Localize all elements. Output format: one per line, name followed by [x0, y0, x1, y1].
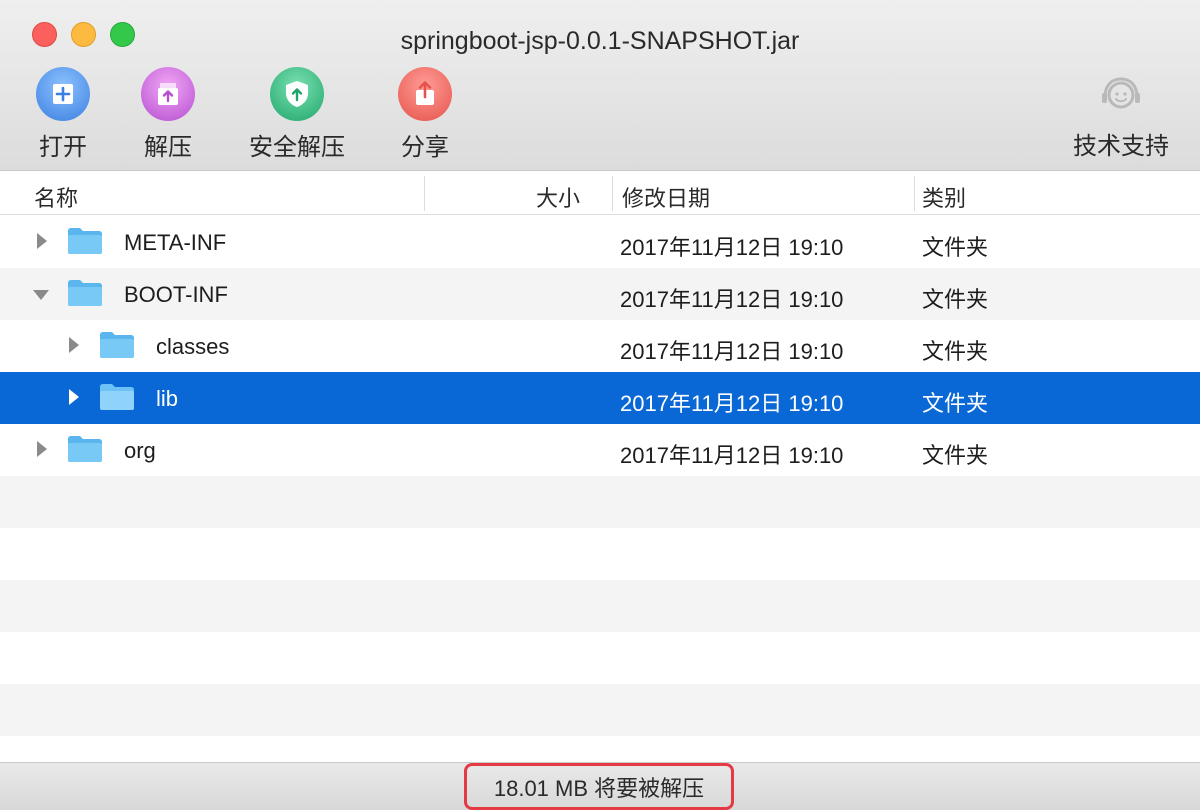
column-header: 名称 大小 修改日期 类别: [0, 172, 1200, 215]
window-title: springboot-jsp-0.0.1-SNAPSHOT.jar: [400, 27, 800, 55]
secure-extract-button[interactable]: 安全解压: [249, 67, 345, 162]
share-label: 分享: [401, 134, 449, 161]
file-kind: 文件夹: [922, 287, 989, 312]
open-button[interactable]: 打开: [36, 67, 90, 162]
disclosure-triangle-icon[interactable]: [69, 389, 79, 405]
secure-extract-label: 安全解压: [249, 134, 345, 161]
table-row-selected[interactable]: lib 2017年11月12日 19:10 文件夹: [0, 372, 1200, 424]
folder-icon: [100, 332, 134, 358]
share-icon: [398, 67, 452, 121]
extract-button[interactable]: 解压: [141, 67, 195, 162]
folder-icon: [68, 228, 102, 254]
open-label: 打开: [39, 134, 87, 161]
file-modified: 2017年11月12日 19:10: [620, 339, 844, 364]
folder-icon: [68, 280, 102, 306]
empty-row: [0, 736, 1200, 762]
empty-row: [0, 632, 1200, 684]
tech-support-button[interactable]: 技术支持: [1073, 70, 1169, 161]
file-kind: 文件夹: [922, 235, 989, 260]
extract-icon: [141, 67, 195, 121]
status-bar: 18.01 MB 将要被解压: [0, 762, 1200, 810]
shield-icon: [270, 67, 324, 121]
toolbar: springboot-jsp-0.0.1-SNAPSHOT.jar 打开 解压: [0, 0, 1200, 171]
share-button[interactable]: 分享: [398, 67, 452, 162]
tech-support-label: 技术支持: [1073, 133, 1169, 160]
extract-size-status: 18.01 MB 将要被解压: [464, 763, 734, 810]
empty-row: [0, 476, 1200, 528]
table-row[interactable]: META-INF 2017年11月12日 19:10 文件夹: [0, 216, 1200, 268]
column-size[interactable]: 大小: [536, 181, 580, 213]
file-kind: 文件夹: [922, 339, 989, 364]
headset-icon: [1094, 70, 1148, 124]
file-name: classes: [156, 334, 230, 359]
open-icon: [36, 67, 90, 121]
file-list: META-INF 2017年11月12日 19:10 文件夹 BOOT-INF …: [0, 216, 1200, 762]
extract-label: 解压: [144, 134, 192, 161]
table-row[interactable]: BOOT-INF 2017年11月12日 19:10 文件夹: [0, 268, 1200, 320]
empty-row: [0, 684, 1200, 736]
file-kind: 文件夹: [922, 391, 989, 416]
table-row[interactable]: classes 2017年11月12日 19:10 文件夹: [0, 320, 1200, 372]
disclosure-triangle-icon[interactable]: [33, 290, 49, 300]
column-divider[interactable]: [424, 176, 425, 211]
column-modified[interactable]: 修改日期: [622, 181, 710, 213]
folder-icon: [68, 436, 102, 462]
disclosure-triangle-icon[interactable]: [37, 233, 47, 249]
empty-row: [0, 580, 1200, 632]
file-modified: 2017年11月12日 19:10: [620, 287, 844, 312]
disclosure-triangle-icon[interactable]: [69, 337, 79, 353]
column-divider[interactable]: [612, 176, 613, 211]
column-divider[interactable]: [914, 176, 915, 211]
file-name: org: [124, 438, 156, 463]
disclosure-triangle-icon[interactable]: [37, 441, 47, 457]
table-row[interactable]: org 2017年11月12日 19:10 文件夹: [0, 424, 1200, 476]
column-name[interactable]: 名称: [34, 181, 78, 213]
file-modified: 2017年11月12日 19:10: [620, 391, 844, 416]
empty-row: [0, 528, 1200, 580]
file-modified: 2017年11月12日 19:10: [620, 443, 844, 468]
file-modified: 2017年11月12日 19:10: [620, 235, 844, 260]
app-window: springboot-jsp-0.0.1-SNAPSHOT.jar 打开 解压: [0, 0, 1200, 810]
file-name: BOOT-INF: [124, 282, 228, 307]
column-kind[interactable]: 类别: [922, 181, 966, 213]
file-name: META-INF: [124, 230, 227, 255]
folder-icon: [100, 384, 134, 410]
file-kind: 文件夹: [922, 443, 989, 468]
file-name: lib: [156, 386, 179, 411]
